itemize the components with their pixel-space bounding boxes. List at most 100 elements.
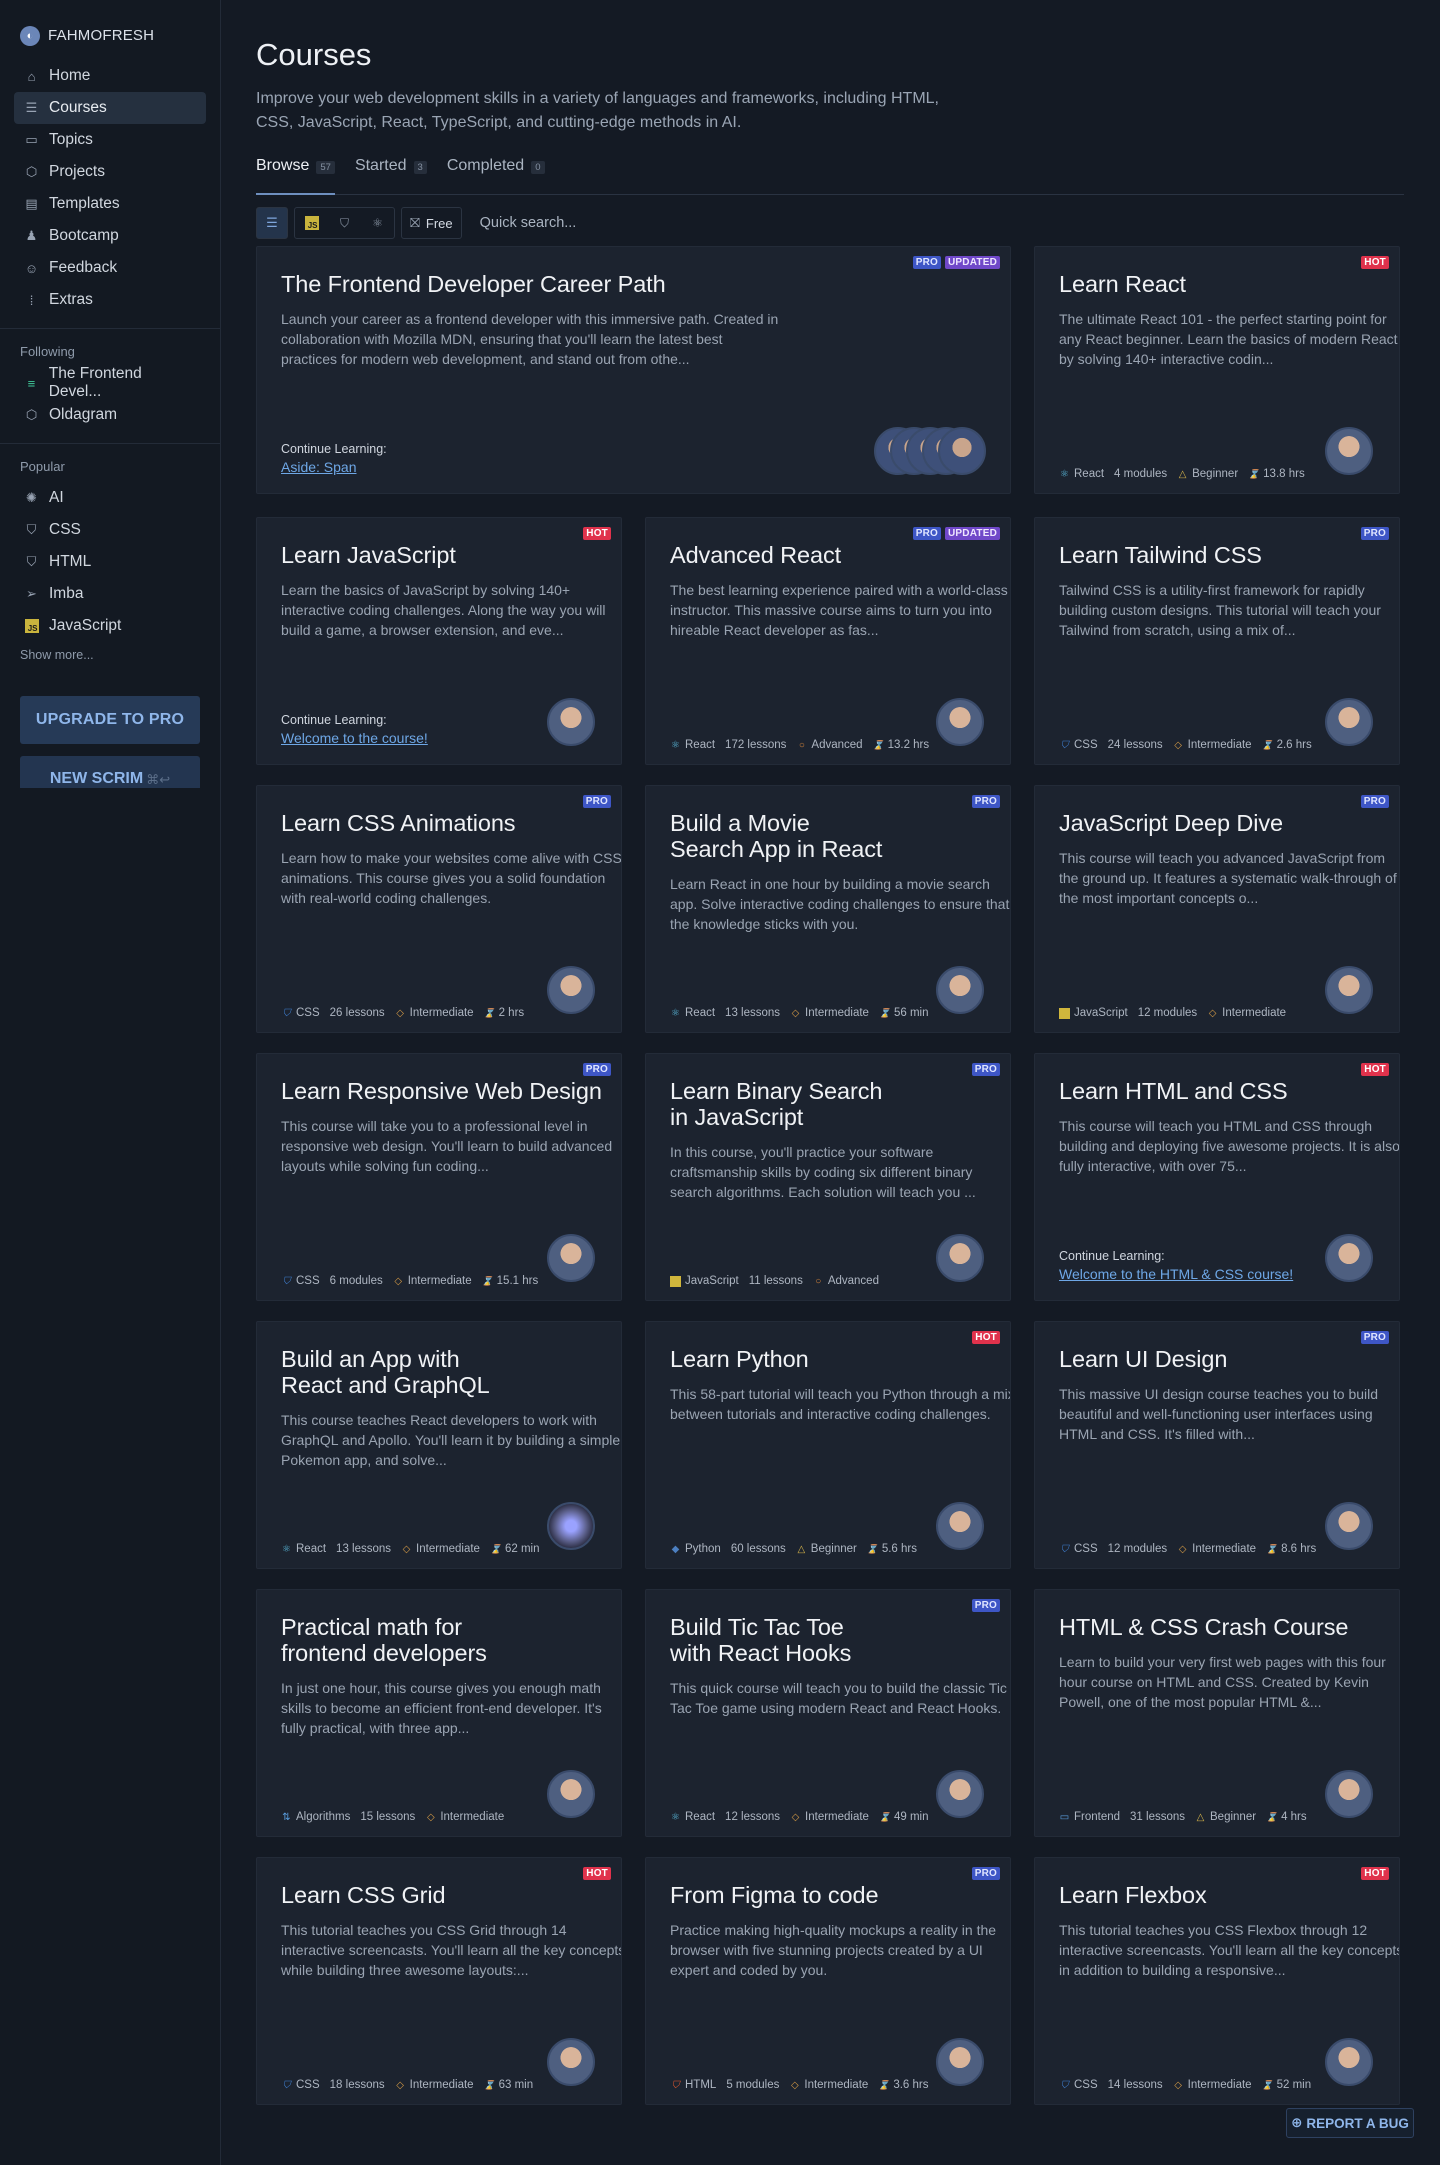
- badge-group: HOT: [583, 527, 611, 540]
- course-card[interactable]: PRO UPDATED Advanced React The best learnin…: [645, 517, 1011, 765]
- report-bug-label: REPORT A BUG: [1306, 2115, 1409, 2131]
- sidebar-item-imba[interactable]: ➢ Imba: [14, 578, 206, 610]
- course-description: Learn React in one hour by building a mo…: [670, 876, 1010, 932]
- course-description: Tailwind CSS is a utility-first framewor…: [1059, 582, 1381, 638]
- course-card[interactable]: PRO Build Tic Tac Toe with React Hooks Thi…: [645, 1589, 1011, 1837]
- level-tag: ○ Advanced: [813, 1275, 879, 1287]
- course-card[interactable]: PRO Learn Binary Search in JavaScript In t…: [645, 1053, 1011, 1301]
- course-meta: ⛉ CSS 6 modules ◇ Intermediate ⌛ 15.1 hrs: [281, 1274, 538, 1288]
- js-icon: JS: [24, 619, 39, 633]
- course-meta: ⛉ CSS 24 lessons ◇ Intermediate ⌛ 2.6 hrs: [1059, 738, 1312, 752]
- course-card[interactable]: PRO Learn Responsive Web Design This cours…: [256, 1053, 622, 1301]
- extras-icon: ⁞: [29, 292, 34, 308]
- sidebar-item-extras[interactable]: ⁞ Extras: [14, 284, 206, 316]
- course-card[interactable]: PRO Build a Movie Search App in React Lear…: [645, 785, 1011, 1033]
- continue-label: Continue Learning:: [281, 442, 387, 456]
- badge-group: PRO: [1360, 1331, 1389, 1344]
- hourglass-icon: ⌛: [481, 1275, 493, 1286]
- report-bug-button[interactable]: ⊕ REPORT A BUG: [1286, 2108, 1414, 2138]
- new-scrim-button[interactable]: NEW SCRIM ⌘↩: [20, 756, 200, 788]
- css-icon: ⛉: [1060, 1543, 1069, 1555]
- course-meta: ⚛ React 13 lessons ◇ Intermediate ⌛ 56 min: [670, 1006, 928, 1020]
- filter-js-button[interactable]: JS: [295, 208, 328, 238]
- level-label: Beginner: [810, 1543, 857, 1555]
- level-icon: ◇: [1174, 2079, 1182, 2091]
- courses-icon: ☰: [25, 100, 38, 115]
- sidebar-item-html[interactable]: ⛉ HTML: [14, 546, 206, 578]
- sidebar-item-javascript[interactable]: JS JavaScript: [14, 610, 206, 642]
- projects-icon: ⬡: [25, 164, 38, 179]
- course-card[interactable]: HOT Learn JavaScript Learn the basics of J…: [256, 517, 622, 765]
- filter-react-button[interactable]: ⚛: [361, 208, 394, 238]
- course-card[interactable]: PRO Learn Tailwind CSS Tailwind CSS is a u…: [1034, 517, 1400, 765]
- level-tag: ◇ Intermediate: [401, 1543, 480, 1555]
- hourglass-icon: ⌛: [866, 1543, 879, 1554]
- course-card[interactable]: HOT Learn Flexbox This tutorial teaches yo…: [1034, 1857, 1400, 2105]
- tech-label: React: [296, 1543, 327, 1555]
- course-card[interactable]: HOT Learn CSS Grid This tutorial teaches y…: [256, 1857, 622, 2105]
- instructor-avatar: [1325, 966, 1373, 1014]
- continue-link[interactable]: Welcome to the HTML & CSS course!: [1059, 1266, 1293, 1282]
- badge-group: HOT: [1361, 256, 1389, 269]
- continue-learning: Continue Learning: Welcome to the course!: [281, 713, 428, 746]
- duration: ⌛ 2 hrs: [484, 1007, 525, 1019]
- course-card[interactable]: HOT Learn React The ultimate React 101 - t…: [1034, 246, 1400, 494]
- react-icon: ⚛: [671, 1811, 680, 1823]
- sidebar-item-css[interactable]: ⛉ CSS: [14, 514, 206, 546]
- course-description: This quick course will teach you to buil…: [670, 1680, 1007, 1716]
- course-card[interactable]: Practical math for frontend developers In…: [256, 1589, 622, 1837]
- level-tag: ◇ Intermediate: [790, 1811, 869, 1823]
- course-card[interactable]: HOT Learn HTML and CSS This course will te…: [1034, 1053, 1400, 1301]
- quick-search-input[interactable]: Quick search...: [480, 215, 577, 231]
- course-card[interactable]: PRO From Figma to code Practice making hig…: [645, 1857, 1011, 2105]
- continue-link[interactable]: Aside: Span: [281, 459, 387, 475]
- tab-completed[interactable]: Completed 0: [447, 157, 545, 195]
- sidebar-item-templates[interactable]: ▤ Templates: [14, 188, 206, 220]
- upgrade-to-pro-button[interactable]: UPGRADE TO PRO: [20, 696, 200, 744]
- course-description: This course will teach you advanced Java…: [1059, 850, 1397, 906]
- duration-label: 13.8 hrs: [1263, 468, 1305, 480]
- continue-link[interactable]: Welcome to the course!: [281, 730, 428, 746]
- sidebar-item-topics[interactable]: ▭ Topics: [14, 124, 206, 156]
- lesson-count: 12 modules: [1137, 1007, 1198, 1019]
- level-label: Intermediate: [409, 2079, 474, 2091]
- sidebar-item-home[interactable]: ⌂ Home: [14, 60, 206, 92]
- new-scrim-label: NEW SCRIM: [49, 770, 144, 787]
- duration: ⌛ 62 min: [490, 1543, 540, 1555]
- avatar: [938, 427, 986, 475]
- tab-started[interactable]: Started 3: [355, 157, 427, 195]
- brand[interactable]: ◐ FAHMOFRESH: [0, 0, 220, 52]
- hot-badge: HOT: [1361, 256, 1389, 269]
- course-card[interactable]: HOT Learn Python This 58-part tutorial wil…: [645, 1321, 1011, 1569]
- project-icon: ⬡: [25, 407, 38, 422]
- sidebar-item-oldagram[interactable]: ⬡ Oldagram: [14, 399, 206, 431]
- duration-label: 4 hrs: [1281, 1811, 1307, 1823]
- course-card[interactable]: HTML & CSS Crash Course Learn to build yo…: [1034, 1589, 1400, 1837]
- course-card[interactable]: PRO JavaScript Deep Dive This course will …: [1034, 785, 1400, 1033]
- sidebar-item-bootcamp[interactable]: ♟ Bootcamp: [14, 220, 206, 252]
- course-card[interactable]: PRO Learn CSS Animations Learn how to make…: [256, 785, 622, 1033]
- instructor-avatar: [1325, 1234, 1373, 1282]
- course-title: Build Tic Tac Toe with React Hooks: [670, 1614, 852, 1666]
- tech-tag: ⇅ Algorithms: [281, 1811, 350, 1823]
- tech-tag: ⚛ React: [1059, 468, 1104, 480]
- react-icon: ⚛: [671, 739, 680, 751]
- filter-html-button[interactable]: ⛉: [328, 208, 361, 238]
- tab-browse[interactable]: Browse 57: [256, 157, 335, 195]
- show-more-link[interactable]: Show more...: [0, 642, 220, 662]
- sidebar-item-feedback[interactable]: ☺ Feedback: [14, 252, 206, 284]
- list-view-button[interactable]: ☰: [256, 207, 288, 239]
- course-card[interactable]: PRO Learn UI Design This massive UI design…: [1034, 1321, 1400, 1569]
- sidebar-item-projects[interactable]: ⬡ Projects: [14, 156, 206, 188]
- duration: ⌛ 4 hrs: [1266, 1811, 1307, 1823]
- sidebar-item-ai[interactable]: ✺ AI: [14, 482, 206, 514]
- pro-badge: PRO: [971, 1867, 1000, 1880]
- sidebar-item-courses[interactable]: ☰ Courses: [14, 92, 206, 124]
- course-title: JavaScript Deep Dive: [1059, 810, 1283, 836]
- sidebar-item-the-frontend-devel[interactable]: ≡ The Frontend Devel...: [14, 365, 206, 400]
- course-card[interactable]: Build an App with React and GraphQL This …: [256, 1321, 622, 1569]
- free-filter-button[interactable]: ⛝ Free: [401, 207, 462, 239]
- course-meta: ⛉ HTML 5 modules ◇ Intermediate ⌛ 3.6 hrs: [670, 2078, 929, 2092]
- course-meta: ⛉ CSS 12 modules ◇ Intermediate ⌛ 8.6 hrs: [1059, 1542, 1316, 1556]
- course-card[interactable]: PRO UPDATED The Frontend Developer Career …: [256, 246, 1011, 494]
